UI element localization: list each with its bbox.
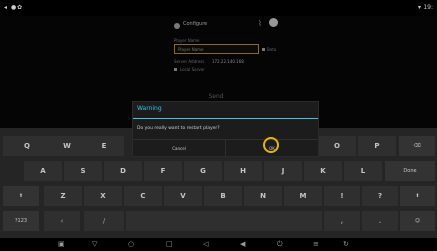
- server-address-value[interactable]: 172.22.140.168: [212, 59, 244, 64]
- comma-key[interactable]: ,: [324, 211, 360, 231]
- player-name-input[interactable]: Player Name: [174, 44, 259, 54]
- app-logo-icon: [269, 18, 278, 27]
- ok-highlight-circle: [263, 137, 279, 153]
- period-key[interactable]: .: [362, 211, 398, 231]
- key-f[interactable]: F: [144, 161, 182, 181]
- left-arrow-key[interactable]: ‹: [44, 211, 80, 231]
- key-o[interactable]: O: [318, 136, 356, 156]
- back-icon[interactable]: ▽: [92, 240, 97, 249]
- rotate-icon[interactable]: ↻: [343, 240, 349, 249]
- beta-label: Beta: [267, 47, 277, 52]
- key-m[interactable]: M: [284, 186, 322, 206]
- key-e[interactable]: E: [84, 136, 124, 156]
- status-time: 19:: [423, 4, 433, 11]
- settings-panel: Configure ⌇ Player Name Player Name Beta…: [174, 16, 284, 101]
- backspace-key[interactable]: ⌫: [399, 136, 435, 156]
- key-question[interactable]: ?: [362, 186, 398, 206]
- dialog-title: Warning: [137, 105, 162, 112]
- wifi-icon: ▾: [417, 4, 421, 11]
- settings-title: Configure: [183, 21, 208, 27]
- slash-key[interactable]: /: [84, 211, 124, 231]
- key-p[interactable]: P: [358, 136, 396, 156]
- key-exclamation[interactable]: !: [324, 186, 360, 206]
- cancel-button[interactable]: Cancel: [133, 140, 225, 157]
- key-a[interactable]: A: [24, 161, 62, 181]
- key-s[interactable]: S: [64, 161, 102, 181]
- shift-right-key[interactable]: ⬆: [400, 186, 435, 206]
- key-k[interactable]: K: [304, 161, 342, 181]
- home-icon[interactable]: ○: [128, 240, 134, 249]
- local-server-checkbox[interactable]: [174, 68, 177, 71]
- server-address-label: Server Address: [174, 59, 205, 64]
- key-l[interactable]: L: [344, 161, 382, 181]
- dialog-message: Do you really want to restart player?: [137, 126, 220, 131]
- power-icon[interactable]: ⏻: [277, 240, 283, 249]
- gear-icon: [174, 23, 180, 29]
- key-c[interactable]: C: [124, 186, 162, 206]
- recents-icon[interactable]: □: [166, 240, 173, 249]
- symbols-key[interactable]: ?123: [3, 211, 39, 231]
- status-bar: ◂ ● ✿ 19: ▾: [0, 0, 437, 16]
- navigation-bar: ▣ ▽ ○ □ ◁ ◀ ⏻ ≡ ↻: [0, 238, 437, 251]
- key-j[interactable]: J: [264, 161, 302, 181]
- menu-icon[interactable]: ≡: [313, 240, 319, 249]
- warning-dialog: Warning Do you really want to restart pl…: [132, 101, 319, 157]
- done-key[interactable]: Done: [385, 161, 435, 181]
- volume-down-icon[interactable]: ◁: [203, 240, 208, 249]
- send-button[interactable]: Send: [201, 94, 231, 100]
- key-z[interactable]: Z: [44, 186, 82, 206]
- signal-icon: ◂: [4, 4, 8, 11]
- shift-left-key[interactable]: ⬆: [3, 186, 39, 206]
- network-icon: ⌇: [258, 19, 262, 28]
- volume-up-icon[interactable]: ◀: [240, 240, 245, 249]
- key-n[interactable]: N: [244, 186, 282, 206]
- notification-dot-icon: ●: [11, 4, 17, 11]
- screenshot-icon[interactable]: ▣: [58, 240, 65, 249]
- emoji-key[interactable]: ☺: [400, 211, 435, 231]
- key-v[interactable]: V: [164, 186, 202, 206]
- key-h[interactable]: H: [224, 161, 262, 181]
- key-b[interactable]: B: [204, 186, 242, 206]
- space-key[interactable]: [126, 211, 322, 231]
- key-x[interactable]: X: [84, 186, 122, 206]
- notification-gear-icon: ✿: [17, 4, 23, 11]
- key-g[interactable]: G: [184, 161, 222, 181]
- beta-checkbox[interactable]: [262, 48, 265, 51]
- key-d[interactable]: D: [104, 161, 142, 181]
- dialog-title-divider: [133, 118, 318, 119]
- local-server-label: Local Server: [180, 67, 205, 72]
- player-name-label: Player Name: [174, 38, 200, 43]
